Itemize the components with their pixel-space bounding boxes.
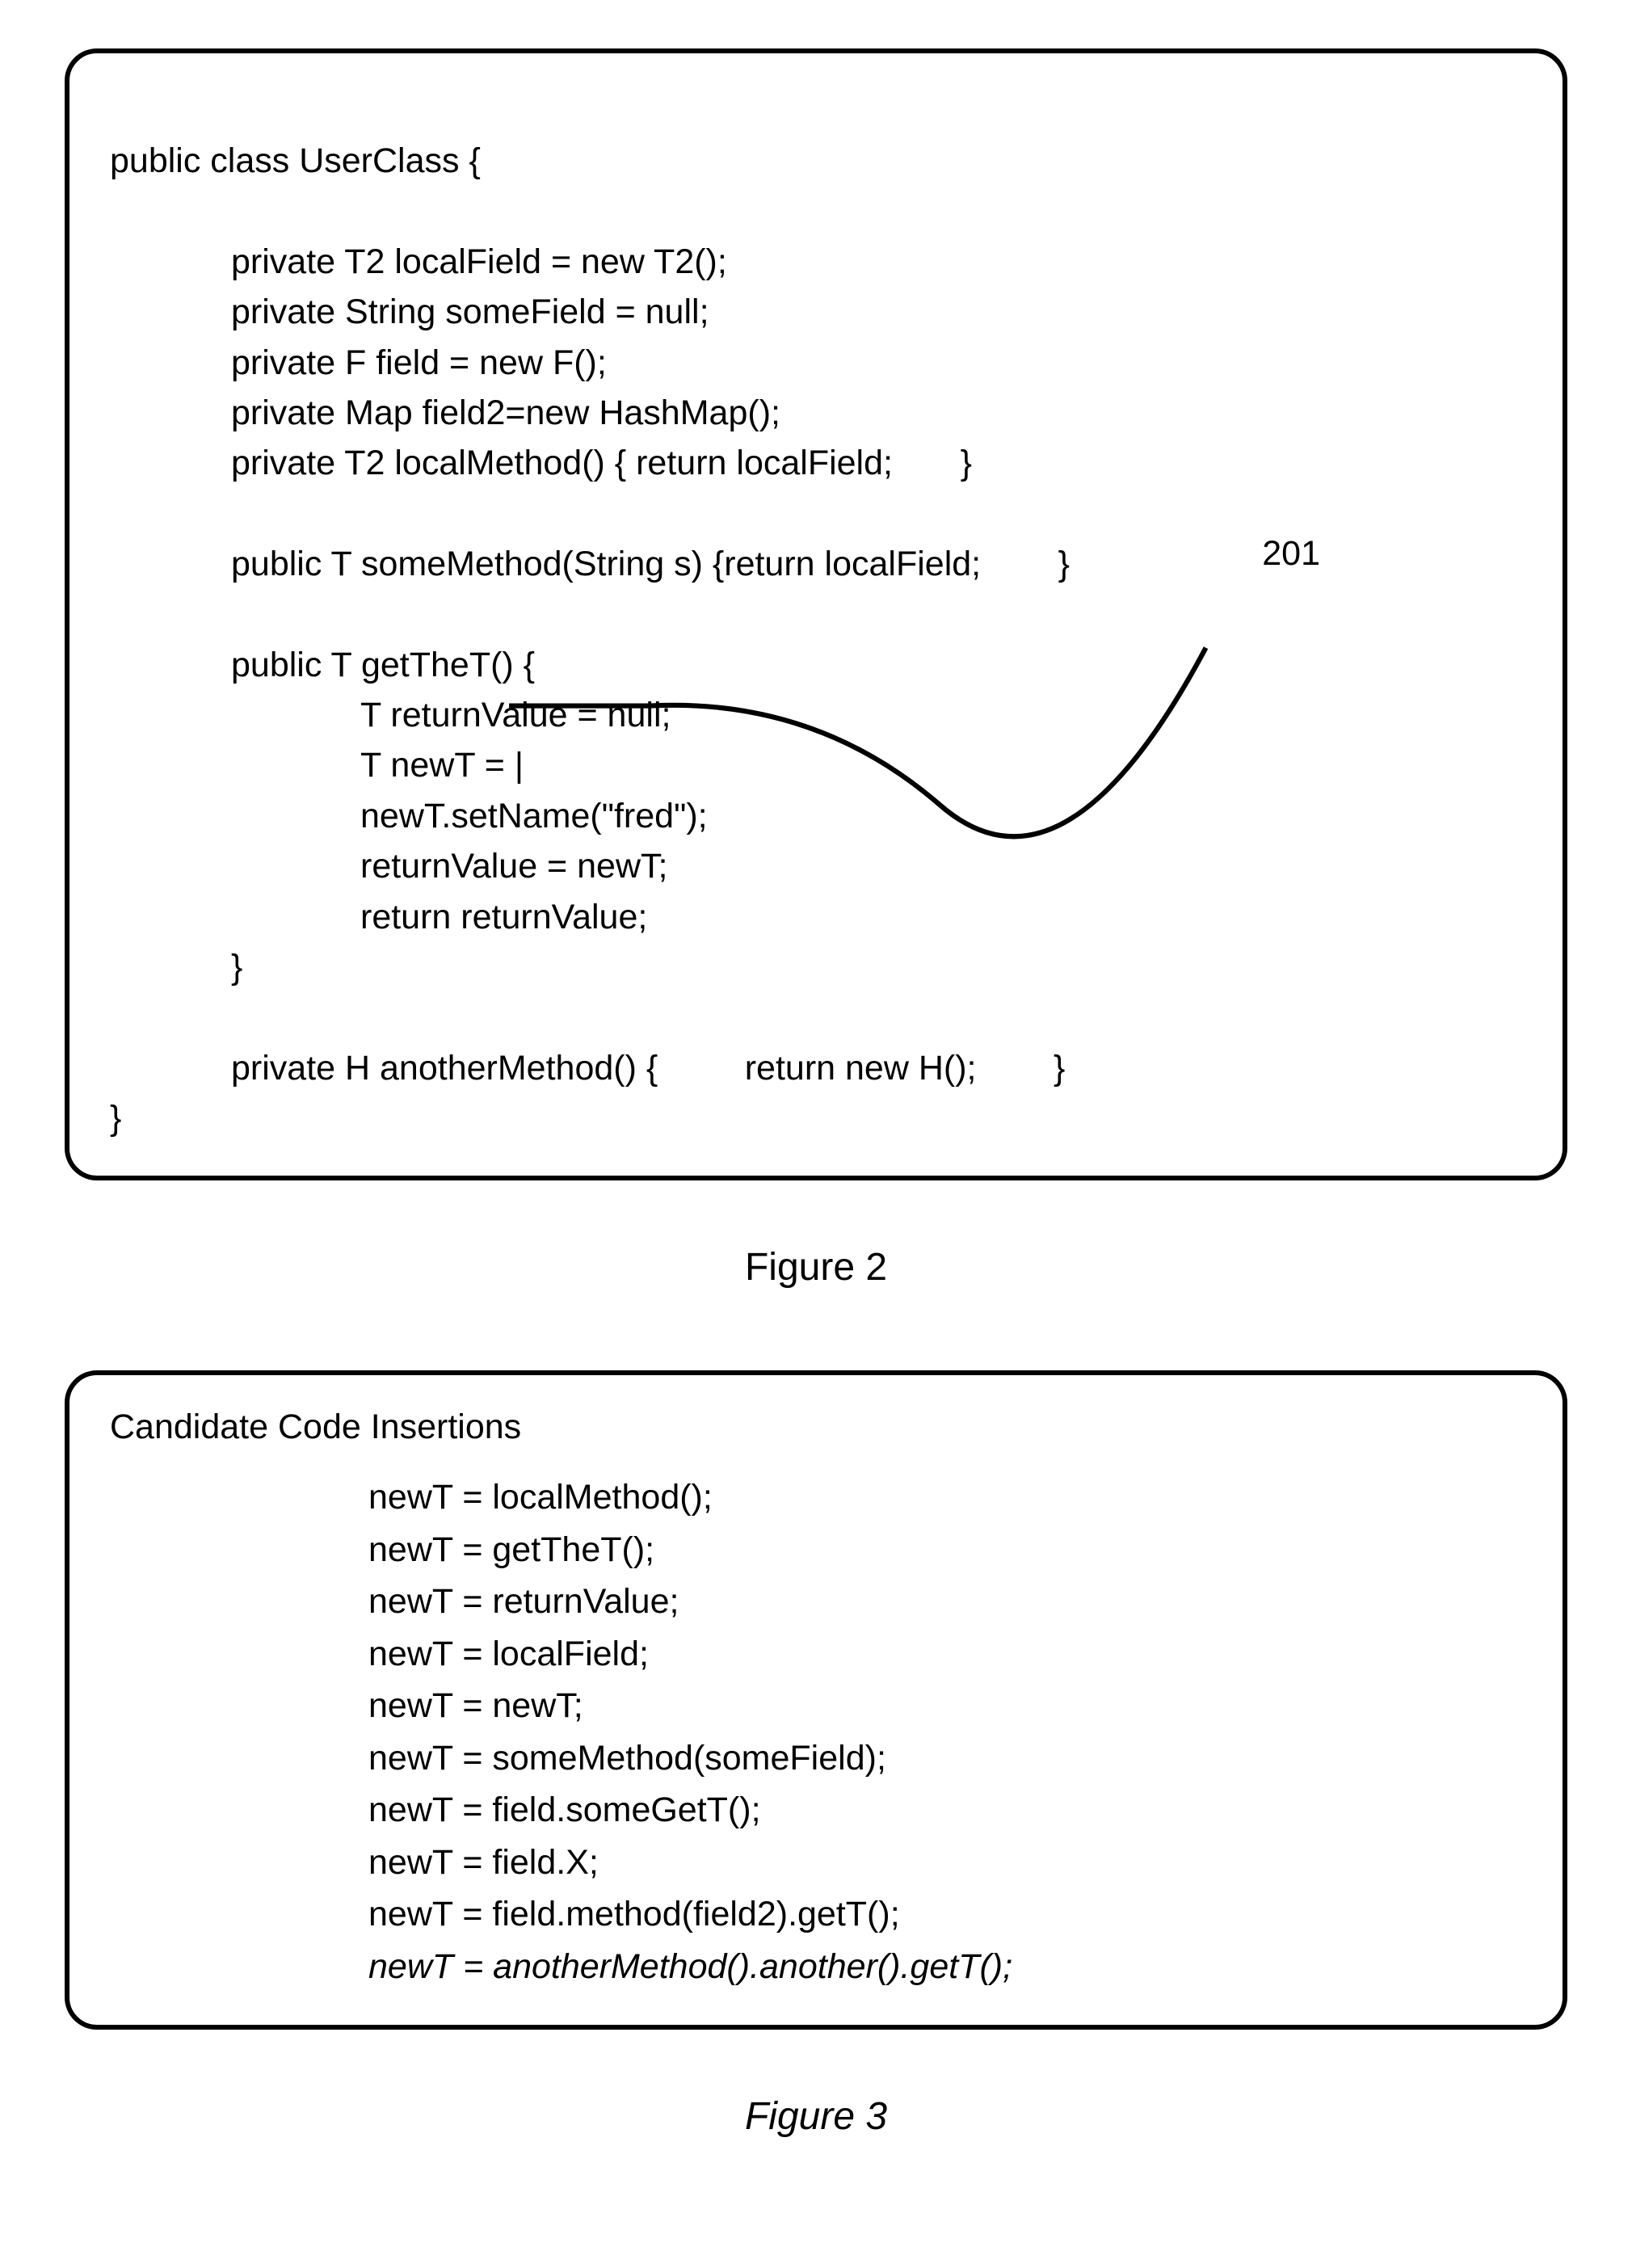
candidate-item: newT = field.someGetT(); — [368, 1784, 1522, 1837]
code-line: } — [110, 1099, 121, 1138]
figure-2-label: Figure 2 — [65, 1245, 1567, 1290]
code-line: public T someMethod(String s) {return lo… — [110, 545, 1070, 583]
candidate-item: newT = returnValue; — [368, 1576, 1522, 1628]
candidate-item: newT = localField; — [368, 1628, 1522, 1681]
code-line: public class UserClass { — [110, 141, 481, 180]
candidate-list: newT = localMethod(); newT = getTheT(); … — [110, 1471, 1522, 1992]
code-line: private T2 localMethod() { return localF… — [110, 444, 972, 482]
candidate-item: newT = someMethod(someField); — [368, 1732, 1522, 1785]
candidate-item: newT = newT; — [368, 1680, 1522, 1732]
code-line: returnValue = newT; — [110, 847, 667, 886]
code-panel-1: public class UserClass { private T2 loca… — [65, 48, 1567, 1180]
code-line: return returnValue; — [110, 898, 647, 936]
candidate-item: newT = field.method(field2).getT(); — [368, 1888, 1522, 1941]
code-block-userclass: public class UserClass { private T2 loca… — [110, 86, 1522, 1143]
code-line: private T2 localField = new T2(); — [110, 242, 727, 281]
code-line: T returnValue = null; — [110, 696, 671, 734]
candidate-item: newT = field.X; — [368, 1837, 1522, 1889]
code-line: private H anotherMethod() { return new H… — [110, 1049, 1065, 1088]
code-line: public T getTheT() { — [110, 646, 535, 684]
code-line-cursor: T newT = | — [110, 746, 524, 785]
figure-3-label: Figure 3 — [65, 2094, 1567, 2139]
code-line: } — [110, 948, 242, 987]
candidate-item: newT = anotherMethod().another().getT(); — [368, 1941, 1522, 1993]
candidate-insertions-title: Candidate Code Insertions — [110, 1408, 1522, 1447]
code-line: private F field = new F(); — [110, 343, 607, 382]
code-line: private Map field2=new HashMap(); — [110, 393, 780, 432]
candidate-item: newT = getTheT(); — [368, 1524, 1522, 1576]
reference-number-201: 201 — [1262, 534, 1320, 574]
candidate-item: newT = localMethod(); — [368, 1471, 1522, 1524]
code-line: private String someField = null; — [110, 292, 709, 331]
code-line: newT.setName("fred"); — [110, 797, 708, 835]
code-panel-2: Candidate Code Insertions newT = localMe… — [65, 1370, 1567, 2030]
